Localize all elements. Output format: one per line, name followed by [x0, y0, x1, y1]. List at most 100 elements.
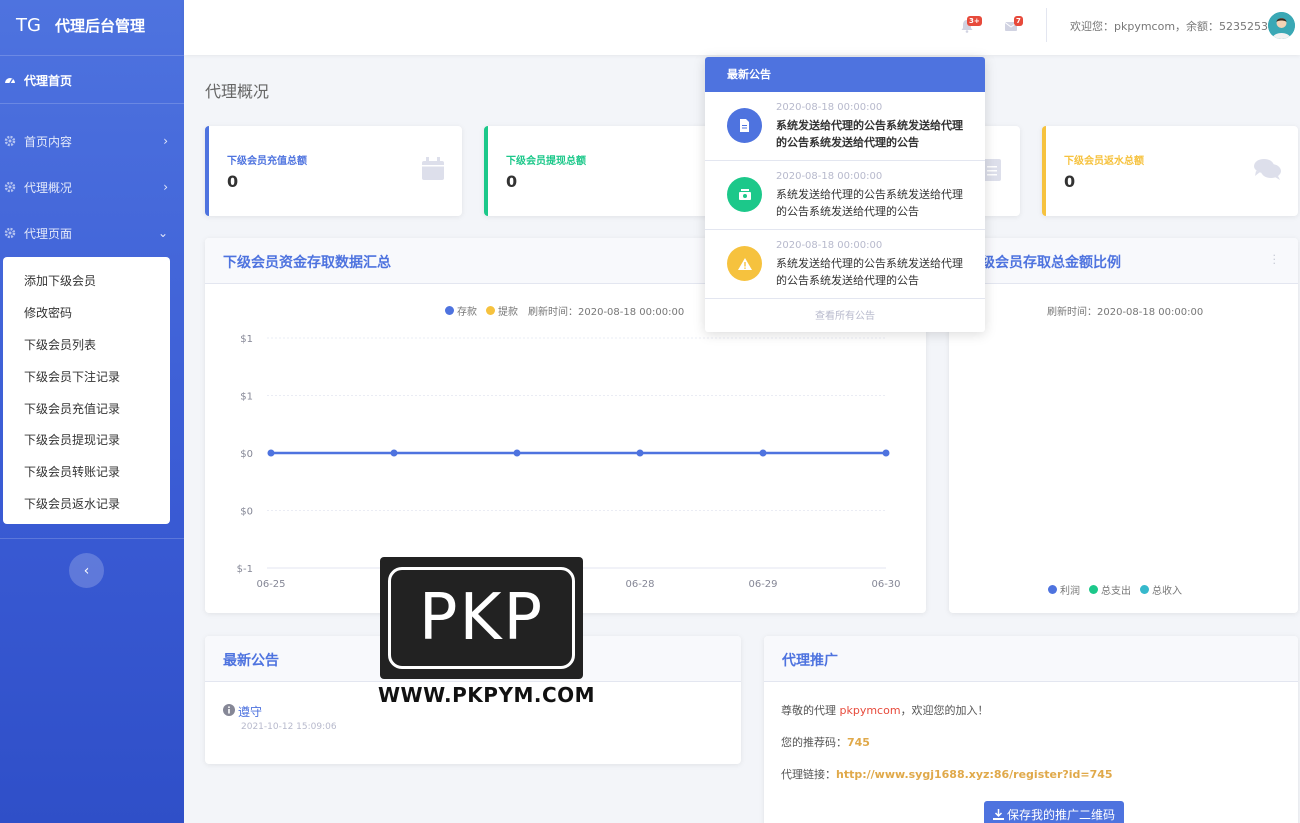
promo-link[interactable]: http://www.sygj1688.xyz:86/register?id=7… — [836, 768, 1113, 781]
watermark-url: WWW.PKPYM.COM — [378, 683, 596, 707]
file-icon — [727, 108, 762, 143]
comments-icon — [1254, 159, 1281, 180]
stat-value: 0 — [506, 172, 518, 191]
submenu-item-bet-records[interactable]: 下级会员下注记录 — [3, 360, 170, 392]
stat-card-rebate: 下级会员返水总额 0 — [1042, 126, 1298, 216]
submenu: 添加下级会员 修改密码 下级会员列表 下级会员下注记录 下级会员充值记录 下级会… — [3, 257, 170, 524]
sidebar-collapse-button[interactable]: ‹ — [69, 553, 104, 588]
submenu-item-deposit-records[interactable]: 下级会员充值记录 — [3, 392, 170, 424]
dropdown-item[interactable]: 2020-08-18 00:00:00 系统发送给代理的公告系统发送给代理的公告… — [705, 92, 985, 161]
data-point — [267, 449, 275, 457]
stat-value: 0 — [227, 172, 239, 191]
submenu-item-add-member[interactable]: 添加下级会员 — [3, 265, 170, 297]
welcome-text[interactable]: 欢迎您：pkpymcom，余额：5235253.00 — [1070, 18, 1286, 34]
legend-dot-income — [1140, 585, 1149, 594]
y-tick-label: $0 — [240, 507, 253, 518]
dropdown-item-text: 系统发送给代理的公告系统发送给代理的公告系统发送给代理的公告 — [776, 188, 963, 218]
stat-card-hidden — [980, 126, 1020, 216]
panel-header: 代理推广 — [764, 636, 1298, 682]
submenu-item-transfer-records[interactable]: 下级会员转账记录 — [3, 456, 170, 488]
stat-title: 下级会员返水总额 — [1064, 156, 1144, 167]
dropdown-item-date: 2020-08-18 00:00:00 — [776, 171, 883, 182]
data-point — [513, 449, 521, 457]
pie-legend: 利润 总支出 总收入 — [1048, 582, 1182, 597]
y-tick-label: $0 — [240, 449, 253, 460]
sidebar-divider — [0, 103, 184, 104]
sidebar-divider — [0, 538, 184, 539]
watermark-logo-bg: PKP — [380, 557, 583, 679]
pie-chart-panel: 级会员存取总金额比例 · · · 刷新时间：2020-08-18 00:00:00 … — [949, 238, 1298, 613]
show-all-notices-link[interactable]: 查看所有公告 — [705, 301, 985, 332]
clipboard-icon — [983, 159, 1001, 181]
dropdown-item-date: 2020-08-18 00:00:00 — [776, 240, 883, 251]
dashboard-icon — [5, 78, 15, 84]
data-point — [390, 449, 398, 457]
alerts-dropdown: 最新公告 2020-08-18 00:00:00 系统发送给代理的公告系统发送给… — [705, 57, 985, 332]
gear-icon — [4, 135, 16, 147]
calendar-icon — [422, 157, 444, 180]
refresh-time: 刷新时间：2020-08-18 00:00:00 — [1047, 307, 1204, 318]
chevron-down-icon: ⌄ — [157, 226, 168, 240]
legend-dot-profit — [1048, 585, 1057, 594]
promo-code: 745 — [847, 736, 870, 749]
submenu-item-rebate-records[interactable]: 下级会员返水记录 — [3, 488, 170, 520]
watermark: PKP WWW.PKPYM.COM — [378, 557, 596, 707]
sidebar-divider — [0, 55, 184, 56]
warning-icon — [727, 246, 762, 281]
notice-date: 2021-10-12 15:09:06 — [241, 722, 337, 732]
promo-code-row: 您的推荐码：745 — [781, 734, 870, 750]
promo-username: pkpymcom — [839, 704, 901, 717]
legend-label-income: 总收入 — [1152, 586, 1182, 597]
submenu-item-member-list[interactable]: 下级会员列表 — [3, 329, 170, 361]
greeting-suffix: ，欢迎您的加入！ — [900, 704, 989, 717]
chevron-right-icon: › — [163, 134, 168, 148]
dropdown-header: 最新公告 — [705, 57, 985, 92]
notice-link[interactable]: 遵守 — [238, 703, 262, 720]
sidebar-item-label: 首页内容 — [24, 134, 73, 149]
data-point — [882, 449, 890, 457]
dropdown-item-text: 系统发送给代理的公告系统发送给代理的公告系统发送给代理的公告 — [776, 257, 963, 287]
dropdown-item-date: 2020-08-18 00:00:00 — [776, 102, 883, 113]
sidebar-item-home[interactable]: 代理首页 — [0, 66, 184, 94]
greeting-prefix: 尊敬的代理 — [781, 704, 836, 717]
promo-link-row: 代理链接：http://www.sygj1688.xyz:86/register… — [781, 766, 1113, 782]
link-label: 代理链接： — [781, 768, 836, 781]
dropdown-item[interactable]: 2020-08-18 00:00:00 系统发送给代理的公告系统发送给代理的公告… — [705, 230, 985, 299]
gear-icon — [4, 227, 16, 239]
money-icon — [727, 177, 762, 212]
panel-title: 级会员存取总金额比例 — [981, 255, 1121, 271]
sidebar-item-pages[interactable]: 代理页面 ⌄ — [0, 219, 184, 247]
sidebar-item-label: 代理概况 — [24, 180, 73, 195]
stat-card-withdraw: 下级会员提现总额 0 — [484, 126, 724, 216]
submenu-item-withdraw-records[interactable]: 下级会员提现记录 — [3, 424, 170, 456]
dropdown-item-text: 系统发送给代理的公告系统发送给代理的公告系统发送给代理的公告 — [776, 119, 963, 149]
watermark-logo: PKP — [388, 567, 575, 669]
avatar[interactable] — [1268, 12, 1295, 39]
submenu-item-change-password[interactable]: 修改密码 — [3, 297, 170, 329]
stat-title: 下级会员充值总额 — [227, 156, 307, 167]
gear-icon — [4, 181, 16, 193]
more-vertical-icon[interactable]: · · · — [1273, 250, 1277, 269]
page-title: 代理概况 — [205, 82, 270, 101]
y-tick-label: $1 — [240, 334, 253, 345]
sidebar-item-label: 代理首页 — [24, 73, 73, 88]
x-tick-label: 06-25 — [256, 579, 285, 590]
stat-title: 下级会员提现总额 — [506, 156, 586, 167]
dropdown-item[interactable]: 2020-08-18 00:00:00 系统发送给代理的公告系统发送给代理的公告… — [705, 161, 985, 230]
x-tick-label: 06-30 — [871, 579, 900, 590]
x-tick-label: 06-28 — [625, 579, 654, 590]
stat-value: 0 — [1064, 172, 1076, 191]
sidebar-item-homepage-content[interactable]: 首页内容 › — [0, 127, 184, 155]
promo-greeting: 尊敬的代理 pkpymcom，欢迎您的加入！ — [781, 702, 989, 718]
data-point — [759, 449, 767, 457]
sidebar: TG 代理后台管理 代理首页 首页内容 › 代理概况 › 代理页面 ⌄ 添加下级… — [0, 0, 184, 823]
alerts-badge: 3+ — [967, 16, 982, 26]
stat-card-deposit: 下级会员充值总额 0 — [205, 126, 462, 216]
sidebar-item-overview[interactable]: 代理概况 › — [0, 173, 184, 201]
brand-logo: TG — [16, 14, 41, 36]
y-tick-label: $-1 — [237, 564, 253, 575]
brand[interactable]: TG 代理后台管理 — [16, 10, 145, 40]
legend-label-expense: 总支出 — [1101, 586, 1131, 597]
save-qrcode-button[interactable]: 保存我的推广二维码 — [984, 801, 1124, 823]
panel-title: 代理推广 — [782, 653, 838, 669]
